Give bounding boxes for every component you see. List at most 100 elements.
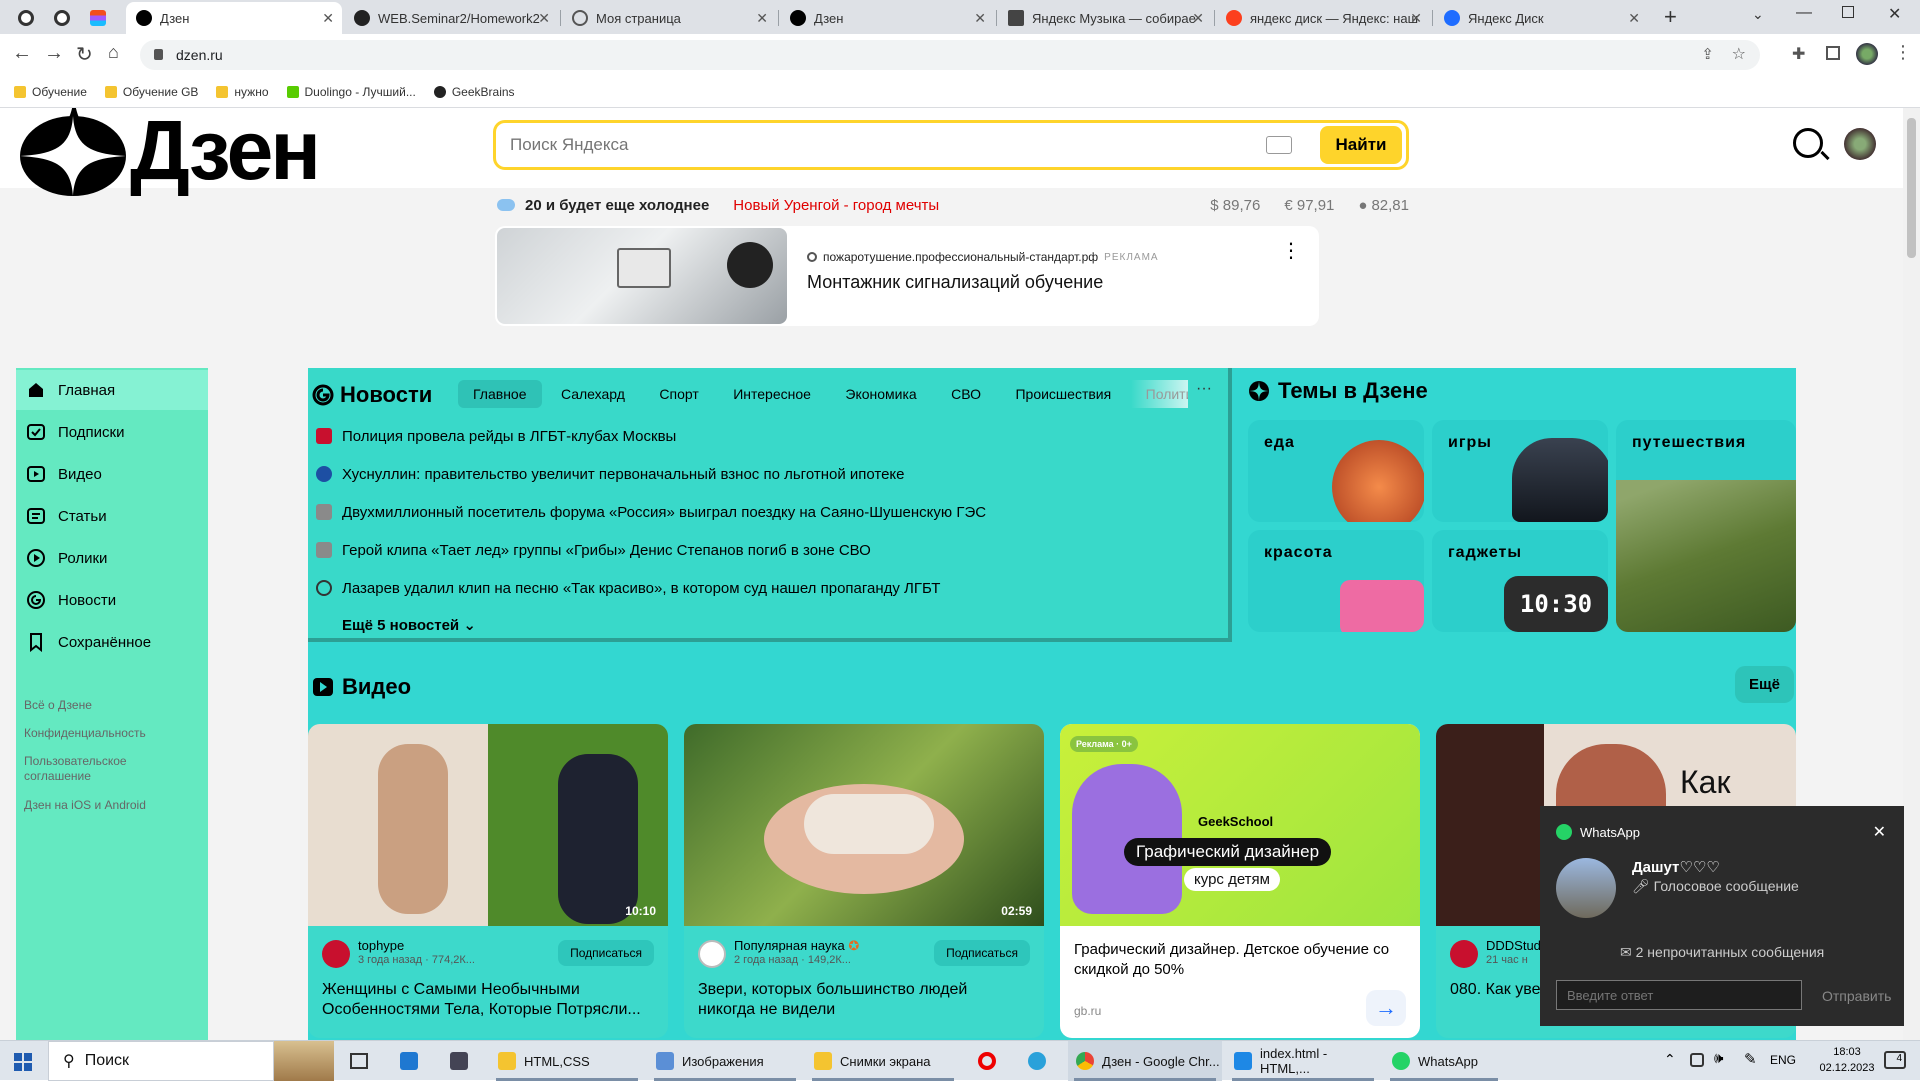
close-icon[interactable]: ✕: [756, 10, 768, 27]
close-icon[interactable]: ✕: [1410, 10, 1422, 27]
close-icon[interactable]: ✕: [974, 10, 986, 27]
news-item[interactable]: Двухмиллионный посетитель форума «Россия…: [316, 498, 986, 526]
video-title[interactable]: Женщины с Самыми Необычными Особенностям…: [322, 980, 652, 1020]
news-heading[interactable]: Новости: [340, 382, 432, 408]
tab-dzen-active[interactable]: Дзен ✕: [126, 2, 342, 34]
footer-link-about[interactable]: Всё о Дзене: [24, 698, 92, 713]
news-tab[interactable]: Происшествия: [1000, 380, 1126, 408]
footer-link-privacy[interactable]: Конфиденциальность: [24, 726, 146, 741]
news-tab[interactable]: Спорт: [644, 380, 713, 408]
bookmark-folder[interactable]: Обучение: [14, 85, 87, 99]
close-icon[interactable]: ✕: [1192, 10, 1204, 27]
bookmark-link[interactable]: Duolingo - Лучший...: [286, 85, 416, 99]
oil-rate[interactable]: 82,81: [1371, 197, 1409, 214]
star-icon[interactable]: ☆: [1732, 44, 1746, 64]
subscribe-button[interactable]: Подписаться: [558, 940, 654, 966]
sidebar-item-saved[interactable]: Сохранённое: [16, 622, 208, 662]
user-avatar[interactable]: [1844, 128, 1876, 160]
reload-icon[interactable]: ↻: [76, 42, 93, 67]
tray-chevron-icon[interactable]: ⌃: [1664, 1051, 1676, 1068]
send-button[interactable]: Отправить: [1822, 988, 1891, 1004]
reply-input[interactable]: [1556, 980, 1802, 1010]
menu-icon[interactable]: ⋮: [1894, 42, 1912, 63]
bookmark-folder[interactable]: нужно: [216, 85, 269, 99]
news-item[interactable]: Полиция провела рейды в ЛГБТ-клубах Моск…: [316, 422, 676, 450]
taskbar-app-chrome[interactable]: Дзен - Google Chr...: [1068, 1041, 1222, 1081]
ad-title[interactable]: Графический дизайнер. Детское обучение с…: [1074, 940, 1394, 980]
taskbar-app-whatsapp[interactable]: WhatsApp: [1384, 1041, 1504, 1081]
news-tab-main[interactable]: Главное: [458, 380, 542, 408]
close-icon[interactable]: ✕: [1873, 822, 1886, 842]
taskbar-app-explorer-htmlcss[interactable]: HTML,CSS: [490, 1041, 644, 1081]
tab-dzen-2[interactable]: Дзен ✕: [780, 2, 994, 34]
page-scrollbar[interactable]: [1903, 108, 1920, 1040]
topic-travel[interactable]: путешествия: [1616, 420, 1796, 632]
topic-gadgets[interactable]: гаджеты 10:30: [1432, 530, 1608, 632]
sidebar-item-video[interactable]: Видео: [16, 454, 208, 494]
address-bar[interactable]: dzen.ru ⇪ ☆: [140, 40, 1760, 70]
minimize-icon[interactable]: —: [1796, 4, 1812, 22]
more-icon[interactable]: ⋮: [1281, 238, 1301, 263]
video-more-button[interactable]: Ещё: [1735, 666, 1795, 703]
tab-my-page[interactable]: Моя страница ✕: [562, 2, 776, 34]
tab-github[interactable]: WEB.Seminar2/Homework2 ✕: [344, 2, 558, 34]
usd-rate[interactable]: $ 89,76: [1210, 197, 1260, 214]
more-news-button[interactable]: Ещё 5 новостей ⌄: [342, 616, 476, 634]
scrollbar-thumb[interactable]: [1907, 118, 1916, 258]
windows-start-icon[interactable]: [14, 1053, 32, 1071]
footer-link-apps[interactable]: Дзен на iOS и Android: [24, 798, 146, 813]
tab-search-icon[interactable]: ⌄: [1752, 6, 1764, 23]
search-icon[interactable]: [1793, 128, 1823, 158]
notification-center-icon[interactable]: 4: [1884, 1051, 1906, 1069]
home-icon[interactable]: ⌂: [108, 42, 119, 63]
share-icon[interactable]: ⇪: [1701, 45, 1714, 63]
arrow-right-icon[interactable]: →: [1366, 990, 1406, 1026]
close-icon[interactable]: ✕: [538, 10, 550, 27]
language-indicator[interactable]: ENG: [1770, 1053, 1796, 1067]
weather-text[interactable]: 20 и будет еще холоднее: [525, 197, 709, 214]
news-tab[interactable]: СВО: [936, 380, 996, 408]
news-tab[interactable]: Салехард: [546, 380, 640, 408]
sidebar-item-subscriptions[interactable]: Подписки: [16, 412, 208, 452]
tab-yandex-disk[interactable]: Яндекс Диск ✕: [1434, 2, 1648, 34]
close-icon[interactable]: ✕: [322, 10, 334, 27]
new-tab-icon[interactable]: +: [1664, 4, 1677, 30]
video-card[interactable]: 02:59 Популярная наука ✪ 2 года назад · …: [684, 724, 1044, 1038]
window-close-icon[interactable]: ✕: [1888, 4, 1901, 24]
dzen-logo[interactable]: Дзен: [20, 108, 321, 197]
bookmark-link[interactable]: GeekBrains: [433, 85, 515, 99]
news-item[interactable]: Герой клипа «Тает лед» группы «Грибы» Де…: [316, 536, 871, 564]
network-icon[interactable]: [1690, 1053, 1704, 1067]
sidebar-item-news[interactable]: Новости: [16, 580, 208, 620]
video-heading[interactable]: Видео: [342, 674, 411, 700]
channel-name[interactable]: DDDStud: [1486, 938, 1541, 953]
taskbar-telegram[interactable]: [1028, 1041, 1046, 1081]
news-item[interactable]: Хуснуллин: правительство увеличит первон…: [316, 460, 905, 488]
profile-avatar[interactable]: [1856, 43, 1878, 65]
video-title[interactable]: Звери, которых большинство людей никогда…: [698, 980, 1028, 1020]
task-view-icon[interactable]: [350, 1053, 368, 1069]
channel-name[interactable]: Популярная наука ✪: [734, 938, 859, 954]
channel-avatar[interactable]: [698, 940, 726, 968]
channel-avatar[interactable]: [322, 940, 350, 968]
promo-link[interactable]: Новый Уренгой - город мечты: [733, 197, 939, 214]
channel-avatar[interactable]: [1450, 940, 1478, 968]
search-input[interactable]: [496, 135, 1266, 155]
topic-food[interactable]: еда: [1248, 420, 1424, 522]
subscribe-button[interactable]: Подписаться: [934, 940, 1030, 966]
topic-games[interactable]: игры: [1432, 420, 1608, 522]
ad-video-card[interactable]: Реклама · 0+ GeekSchool Графический диза…: [1060, 724, 1420, 1038]
topics-heading[interactable]: Темы в Дзене: [1278, 378, 1428, 404]
more-tabs-icon[interactable]: ···: [1196, 380, 1212, 398]
back-icon[interactable]: ←: [12, 42, 32, 65]
news-tab[interactable]: Интересное: [718, 380, 826, 408]
maximize-icon[interactable]: [1842, 6, 1854, 18]
sidebar-item-shorts[interactable]: Ролики: [16, 538, 208, 578]
clock[interactable]: 18:03 02.12.2023: [1810, 1044, 1884, 1076]
taskbar-calculator[interactable]: [450, 1041, 468, 1081]
search-button[interactable]: Найти: [1320, 126, 1402, 164]
ad-banner[interactable]: пожаротушение.профессиональный-стандарт.…: [495, 226, 1319, 326]
news-tab-faded[interactable]: Полити: [1130, 380, 1188, 408]
tab-pinned-3[interactable]: [80, 2, 114, 34]
forward-icon[interactable]: →: [44, 42, 64, 65]
